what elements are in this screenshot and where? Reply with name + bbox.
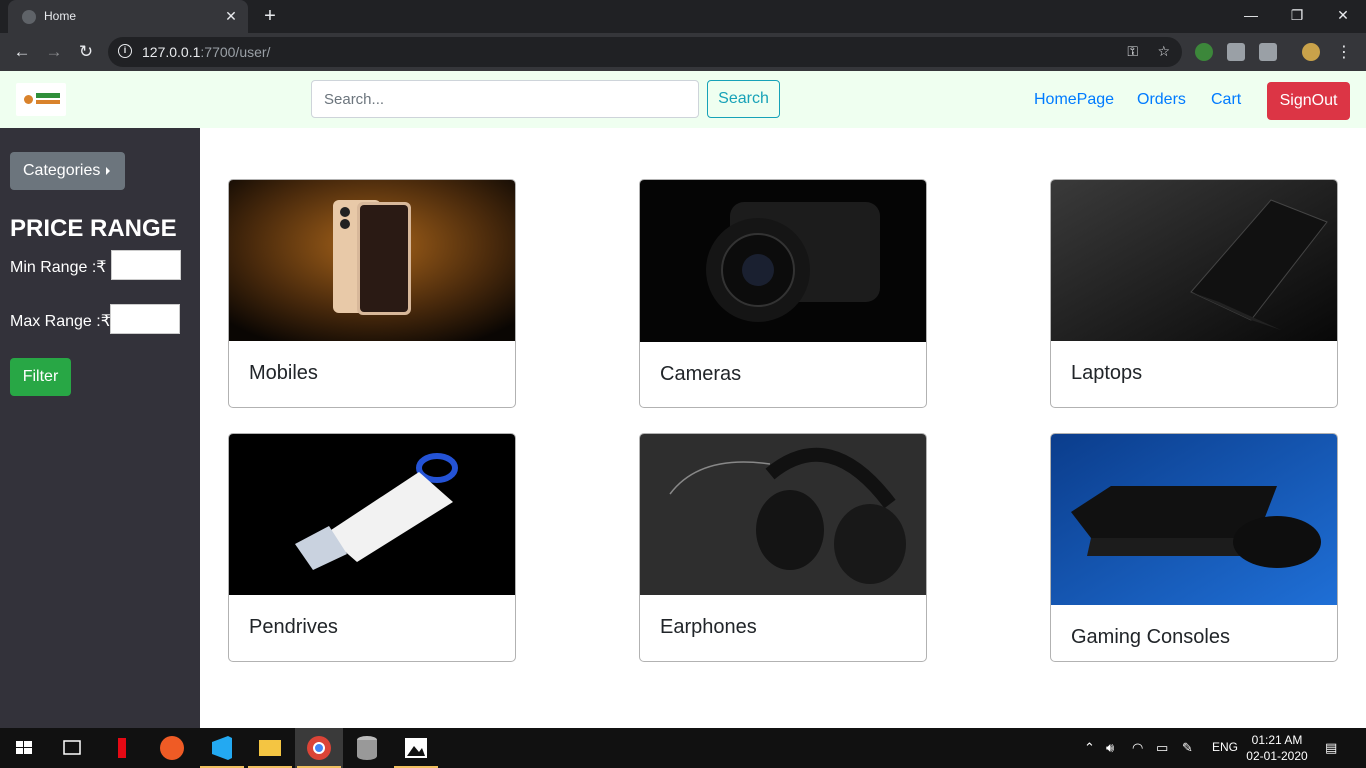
gaming-consoles-image bbox=[1051, 434, 1337, 605]
new-tab-icon[interactable]: + bbox=[258, 5, 282, 29]
pendrives-image bbox=[229, 434, 515, 595]
language-indicator[interactable]: ENG bbox=[1212, 740, 1238, 754]
info-icon[interactable]: i bbox=[118, 44, 132, 58]
filter-sidebar: Categories PRICE RANGE Min Range :₹ Max … bbox=[0, 128, 200, 728]
key-icon[interactable]: ⚿ bbox=[1127, 43, 1138, 60]
filter-button[interactable]: Filter bbox=[10, 358, 71, 396]
more-menu-icon[interactable]: ⋮ bbox=[1336, 42, 1352, 62]
nodejs-extension-icon[interactable] bbox=[1195, 43, 1213, 61]
minimize-icon[interactable]: — bbox=[1228, 0, 1274, 33]
system-clock[interactable]: 01:21 AM 02-01-2020 bbox=[1244, 732, 1310, 764]
window-close-icon[interactable]: ✕ bbox=[1320, 0, 1366, 33]
wifi-icon[interactable]: ◠ bbox=[1132, 740, 1143, 756]
nav-link-homepage[interactable]: HomePage bbox=[1034, 91, 1114, 109]
mobiles-image bbox=[229, 180, 515, 341]
address-bar[interactable]: i 127.0.0.1:7700/user/ ⚿ ☆ bbox=[108, 37, 1182, 67]
task-view-icon[interactable] bbox=[48, 728, 96, 768]
vscode-icon[interactable] bbox=[198, 728, 246, 768]
reload-icon[interactable]: ↻ bbox=[75, 41, 97, 63]
clock-time: 01:21 AM bbox=[1251, 733, 1303, 747]
search-input[interactable] bbox=[311, 80, 699, 118]
chrome-icon[interactable] bbox=[295, 728, 343, 768]
nav-link-cart[interactable]: Cart bbox=[1211, 91, 1241, 109]
min-range-input[interactable] bbox=[111, 250, 181, 280]
browser-tab-bar: Home ✕ + — ❐ ✕ bbox=[0, 0, 1366, 33]
profile-avatar[interactable] bbox=[1302, 43, 1320, 61]
max-range-label: Max Range :₹ bbox=[10, 313, 111, 330]
browser-tab[interactable]: Home ✕ bbox=[8, 0, 248, 33]
netflix-icon[interactable] bbox=[98, 728, 146, 768]
category-card-pendrives[interactable]: Pendrives bbox=[228, 433, 516, 662]
star-icon[interactable]: ☆ bbox=[1157, 43, 1170, 60]
cameras-image bbox=[640, 180, 926, 342]
close-tab-icon[interactable]: ✕ bbox=[222, 7, 240, 25]
card-title: Gaming Consoles bbox=[1071, 626, 1230, 648]
category-card-laptops[interactable]: Laptops bbox=[1050, 179, 1338, 408]
back-icon[interactable]: ← bbox=[11, 41, 33, 63]
file-explorer-icon[interactable] bbox=[246, 728, 294, 768]
restore-icon[interactable]: ❐ bbox=[1274, 0, 1320, 33]
nav-link-orders[interactable]: Orders bbox=[1137, 91, 1186, 109]
windows-taskbar: ⌃ 🔊︎ ◠ ▭ ✎ ENG 01:21 AM 02-01-2020 ▤ bbox=[0, 728, 1366, 768]
postman-icon[interactable] bbox=[148, 728, 196, 768]
max-range-input[interactable] bbox=[110, 304, 180, 334]
site-logo[interactable] bbox=[16, 83, 66, 116]
earphones-image bbox=[640, 434, 926, 595]
notifications-icon[interactable]: ▤ bbox=[1325, 740, 1337, 756]
browser-toolbar: ← → ↻ i 127.0.0.1:7700/user/ ⚿ ☆ ⋮ bbox=[0, 33, 1366, 71]
laptops-image bbox=[1051, 180, 1337, 341]
extension-icon[interactable] bbox=[1259, 43, 1277, 61]
tab-title: Home bbox=[44, 9, 77, 23]
volume-icon[interactable]: 🔊︎ bbox=[1106, 740, 1114, 756]
card-title: Cameras bbox=[660, 363, 742, 385]
card-title: Earphones bbox=[660, 616, 757, 638]
category-card-mobiles[interactable]: Mobiles bbox=[228, 179, 516, 408]
windows-start-icon[interactable] bbox=[0, 728, 48, 768]
signout-button[interactable]: SignOut bbox=[1267, 82, 1350, 120]
card-title: Laptops bbox=[1071, 362, 1143, 384]
search-button[interactable]: Search bbox=[707, 80, 780, 118]
categories-dropdown-button[interactable]: Categories bbox=[10, 152, 125, 190]
category-card-gaming-consoles[interactable]: Gaming Consoles bbox=[1050, 433, 1338, 662]
forward-icon[interactable]: → bbox=[43, 41, 65, 63]
site-navbar: Search HomePage Orders Cart SignOut bbox=[0, 71, 1366, 128]
chevron-up-icon[interactable]: ⌃ bbox=[1084, 740, 1095, 756]
clock-date: 02-01-2020 bbox=[1246, 749, 1308, 763]
card-title: Mobiles bbox=[249, 362, 318, 384]
caret-right-icon bbox=[106, 166, 111, 175]
min-range-label: Min Range :₹ bbox=[10, 259, 107, 276]
category-card-earphones[interactable]: Earphones bbox=[639, 433, 927, 662]
pen-icon[interactable]: ✎ bbox=[1182, 740, 1193, 756]
battery-icon[interactable]: ▭ bbox=[1156, 740, 1168, 756]
extension-icon[interactable] bbox=[1227, 43, 1245, 61]
globe-icon bbox=[22, 10, 36, 24]
category-card-cameras[interactable]: Cameras bbox=[639, 179, 927, 408]
url-text: 127.0.0.1:7700/user/ bbox=[142, 44, 271, 60]
card-title: Pendrives bbox=[249, 616, 338, 638]
price-range-heading: PRICE RANGE bbox=[10, 215, 177, 242]
database-icon[interactable] bbox=[343, 728, 391, 768]
photos-icon[interactable] bbox=[392, 728, 440, 768]
